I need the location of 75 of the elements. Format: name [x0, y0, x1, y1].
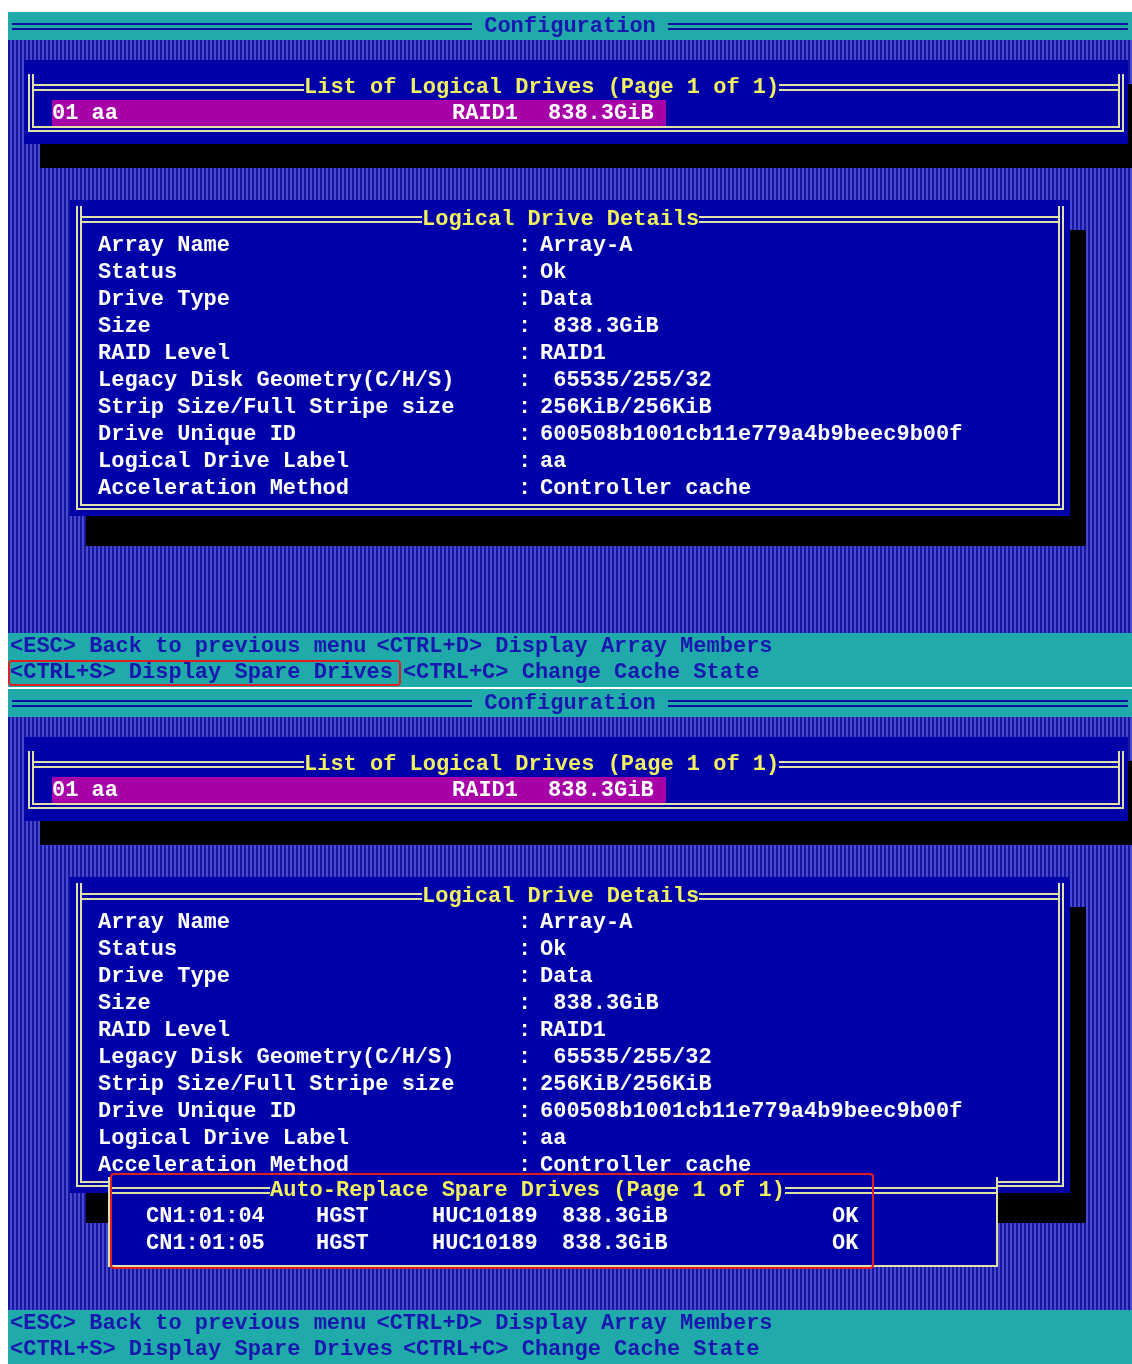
field-value: Array-A [540, 909, 633, 937]
drive-row[interactable]: 01 aa RAID1 838.3GiB [52, 777, 666, 803]
box-title: Logical Drive Details [422, 882, 700, 911]
field-value: Data [540, 286, 593, 314]
field-label: Logical Drive Label [98, 1125, 350, 1153]
field-value: 838.3GiB [552, 313, 659, 341]
field-value: 256KiB/256KiB [540, 1071, 712, 1099]
shortcut-hint[interactable]: <CTRL+D> Display Array Members [374, 1311, 781, 1337]
field-colon: : [518, 340, 533, 368]
shortcut-hint[interactable]: <CTRL+S> Display Spare Drives [8, 1337, 401, 1363]
field-label: Strip Size/Full Stripe size [98, 1071, 456, 1099]
field-value: RAID1 [540, 340, 606, 368]
screen-title: Configuration [483, 12, 657, 41]
field-colon: : [518, 1017, 533, 1045]
field-label: Size [98, 313, 152, 341]
field-colon: : [518, 1125, 533, 1153]
field-value: 65535/255/32 [552, 367, 712, 395]
field-label: Drive Type [98, 286, 232, 314]
box-title: Logical Drive Details [422, 205, 700, 234]
field-colon: : [518, 1098, 533, 1126]
field-label: Status [98, 936, 179, 964]
field-colon: : [518, 990, 533, 1018]
field-value: RAID1 [540, 1017, 606, 1045]
field-label: Legacy Disk Geometry(C/H/S) [98, 1044, 456, 1072]
shortcut-hint[interactable]: <CTRL+D> Display Array Members [374, 634, 781, 660]
field-label: Logical Drive Label [98, 448, 350, 476]
shortcut-hint[interactable]: <ESC> Back to previous menu [8, 1311, 375, 1337]
field-value: aa [540, 1125, 567, 1153]
field-colon: : [518, 1044, 533, 1072]
field-value: 256KiB/256KiB [540, 394, 712, 422]
shortcut-hint[interactable]: <CTRL+C> Change Cache State [400, 1337, 768, 1363]
field-value: Data [540, 963, 593, 991]
screen-title: Configuration [483, 689, 657, 718]
field-colon: : [518, 909, 533, 937]
field-label: RAID Level [98, 340, 232, 368]
field-label: Legacy Disk Geometry(C/H/S) [98, 367, 456, 395]
field-label: Strip Size/Full Stripe size [98, 394, 456, 422]
field-label: Drive Type [98, 963, 232, 991]
field-label: RAID Level [98, 1017, 232, 1045]
field-colon: : [518, 259, 533, 287]
field-value: 600508b1001cb11e779a4b9beec9b00f [540, 1098, 963, 1126]
field-value: Ok [540, 936, 567, 964]
shortcut-hint[interactable]: <CTRL+C> Change Cache State [400, 660, 768, 686]
box-title: List of Logical Drives (Page 1 of 1) [304, 73, 780, 102]
field-label: Size [98, 990, 152, 1018]
field-colon: : [518, 286, 533, 314]
field-value: Ok [540, 259, 567, 287]
field-value: 838.3GiB [552, 990, 659, 1018]
field-colon: : [518, 394, 533, 422]
spare-drive-row[interactable]: CN1:01:04 HGST HUC10189 838.3GiB OK [146, 1203, 996, 1230]
field-label: Status [98, 259, 179, 287]
field-colon: : [518, 936, 533, 964]
field-colon: : [518, 232, 533, 260]
shortcut-hint[interactable]: <ESC> Back to previous menu [8, 634, 375, 660]
field-colon: : [518, 1071, 533, 1099]
field-colon: : [518, 421, 533, 449]
field-label: Drive Unique ID [98, 1098, 298, 1126]
field-colon: : [518, 448, 533, 476]
field-label: Acceleration Method [98, 475, 350, 503]
box-title: List of Logical Drives (Page 1 of 1) [304, 750, 780, 779]
field-label: Array Name [98, 909, 232, 937]
field-value: 600508b1001cb11e779a4b9beec9b00f [540, 421, 963, 449]
field-label: Drive Unique ID [98, 421, 298, 449]
field-colon: : [518, 367, 533, 395]
field-colon: : [518, 313, 533, 341]
field-value: 65535/255/32 [552, 1044, 712, 1072]
shortcut-hint[interactable]: <CTRL+S> Display Spare Drives [8, 660, 401, 686]
field-colon: : [518, 475, 533, 503]
field-value: Controller cache [540, 475, 752, 503]
drive-row[interactable]: 01 aa RAID1 838.3GiB [52, 100, 666, 126]
field-colon: : [518, 963, 533, 991]
spare-drive-row[interactable]: CN1:01:05 HGST HUC10189 838.3GiB OK [146, 1230, 996, 1257]
field-value: aa [540, 448, 567, 476]
field-label: Array Name [98, 232, 232, 260]
field-value: Array-A [540, 232, 633, 260]
